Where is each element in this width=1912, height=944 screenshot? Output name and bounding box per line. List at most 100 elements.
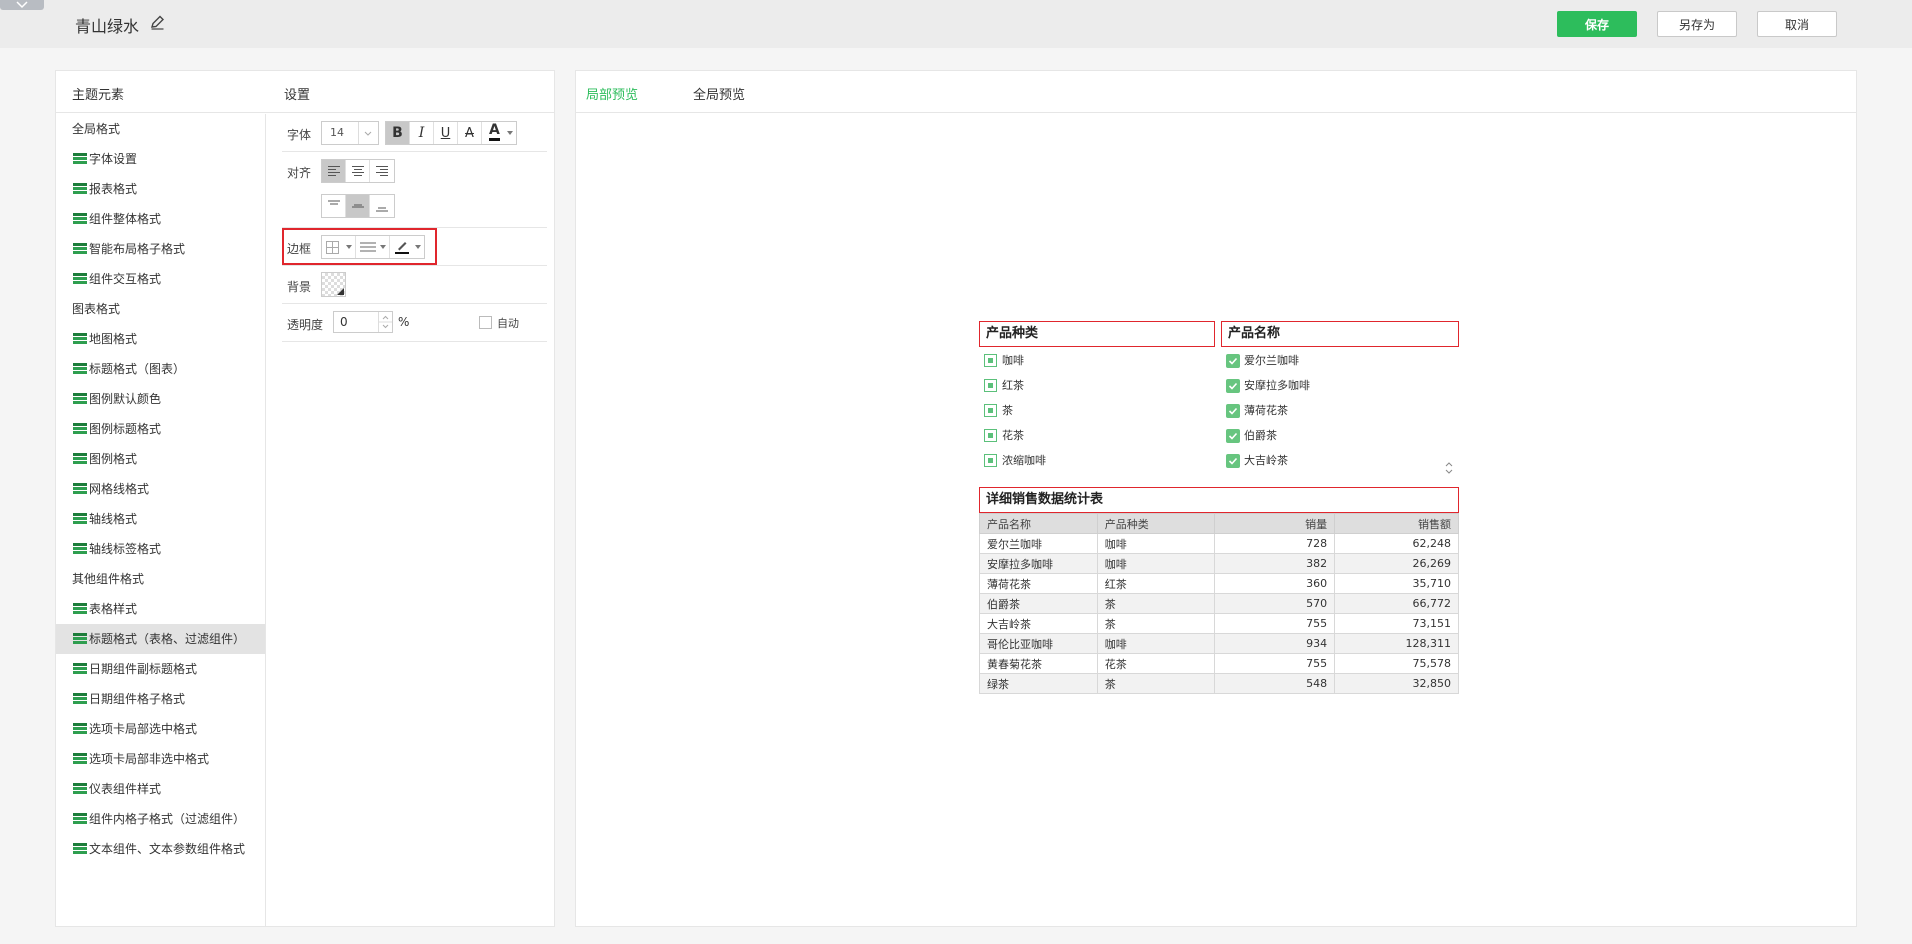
element-label: 图例默认颜色 (89, 392, 162, 406)
strikethrough-button[interactable]: A (458, 122, 482, 144)
cancel-button[interactable]: 取消 (1757, 11, 1837, 37)
opacity-input[interactable]: 0 (333, 311, 393, 333)
align-bottom-button[interactable] (370, 195, 394, 217)
font-color-button[interactable]: A (482, 122, 516, 144)
table-row: 大吉岭茶茶 755 73,151 (979, 613, 1459, 634)
font-size-select[interactable]: 14 (321, 121, 379, 145)
border-line-button[interactable] (356, 236, 390, 258)
element-item[interactable]: 智能布局格子格式 (56, 234, 265, 264)
save-as-button[interactable]: 另存为 (1657, 11, 1737, 37)
element-item[interactable]: 标题格式（表格、过滤组件） (56, 624, 265, 654)
align-bottom-icon (376, 207, 388, 212)
table-format-icon (73, 663, 87, 674)
tab-global-preview[interactable]: 全局预览 (693, 84, 745, 103)
filter-option[interactable]: 薄荷花茶 (1221, 398, 1459, 423)
check-icon (1228, 432, 1238, 440)
filter-option[interactable]: 大吉岭茶 (1221, 448, 1459, 473)
element-item[interactable]: 图例默认颜色 (56, 384, 265, 414)
element-item[interactable]: 标题格式（图表） (56, 354, 265, 384)
border-color-button[interactable] (390, 236, 424, 258)
checked-checkbox[interactable] (1226, 404, 1240, 418)
align-center-button[interactable] (346, 160, 370, 182)
element-item[interactable]: 表格样式 (56, 594, 265, 624)
align-left-button[interactable] (322, 160, 346, 182)
element-item[interactable]: 报表格式 (56, 174, 265, 204)
element-item[interactable]: 组件交互格式 (56, 264, 265, 294)
element-item[interactable]: 仪表组件样式 (56, 774, 265, 804)
check-icon (1228, 407, 1238, 415)
element-item[interactable]: 地图格式 (56, 324, 265, 354)
filter-option[interactable]: 爱尔兰咖啡 (1221, 348, 1459, 373)
element-item[interactable]: 图例标题格式 (56, 414, 265, 444)
element-label: 组件内格子格式（过滤组件） (89, 812, 246, 826)
align-right-button[interactable] (370, 160, 394, 182)
pen-icon (395, 242, 409, 254)
bold-button[interactable]: B (386, 122, 410, 144)
align-center-icon (351, 166, 364, 176)
element-item[interactable]: 轴线标签格式 (56, 534, 265, 564)
caret-down-icon (380, 245, 386, 249)
element-item[interactable]: 文本组件、文本参数组件格式 (56, 834, 265, 864)
auto-checkbox[interactable] (479, 316, 492, 329)
element-item[interactable]: 日期组件格子格式 (56, 684, 265, 714)
element-group: 图表格式 (56, 294, 265, 324)
align-row: 对齐 (282, 152, 547, 190)
save-button[interactable]: 保存 (1557, 11, 1637, 37)
table-cell: 32,850 (1334, 673, 1459, 694)
filter-option[interactable]: 茶 (979, 398, 1215, 423)
table-cell: 934 (1214, 633, 1336, 654)
opacity-stepper[interactable] (378, 312, 392, 332)
underline-button[interactable]: U (434, 122, 458, 144)
element-item[interactable]: 组件整体格式 (56, 204, 265, 234)
partial-checkbox[interactable] (984, 379, 997, 392)
partial-checkbox[interactable] (984, 354, 997, 367)
element-item[interactable]: 选项卡局部选中格式 (56, 714, 265, 744)
scroll-arrows-icon[interactable] (1444, 461, 1454, 475)
partial-checkbox[interactable] (984, 454, 997, 467)
checked-checkbox[interactable] (1226, 354, 1240, 368)
filter-option-label: 安摩拉多咖啡 (1244, 379, 1310, 392)
element-label: 报表格式 (89, 182, 138, 196)
pencil-icon[interactable] (150, 15, 165, 30)
settings-form: 字体 14 B I U A A 对齐 边框 背景 透明度 0 % 自动 (282, 114, 547, 342)
italic-button[interactable]: I (410, 122, 434, 144)
table-cell: 548 (1214, 673, 1336, 694)
checked-checkbox[interactable] (1226, 454, 1240, 468)
table-format-icon (73, 333, 87, 344)
element-label: 标题格式（图表） (89, 362, 186, 376)
partial-checkbox[interactable] (984, 429, 997, 442)
element-item[interactable]: 轴线格式 (56, 504, 265, 534)
table-cell: 26,269 (1334, 553, 1459, 574)
caret-corner-icon (337, 288, 344, 295)
table-cell: 73,151 (1334, 613, 1459, 634)
filter-option[interactable]: 花茶 (979, 423, 1215, 448)
element-item[interactable]: 字体设置 (56, 144, 265, 174)
filter-option[interactable]: 浓缩咖啡 (979, 448, 1215, 473)
element-label: 表格样式 (89, 602, 138, 616)
collapse-toggle[interactable] (0, 0, 44, 10)
table-format-icon (73, 453, 87, 464)
filter-option[interactable]: 红茶 (979, 373, 1215, 398)
filter-option[interactable]: 咖啡 (979, 348, 1215, 373)
checked-checkbox[interactable] (1226, 379, 1240, 393)
checked-checkbox[interactable] (1226, 429, 1240, 443)
element-item[interactable]: 日期组件副标题格式 (56, 654, 265, 684)
background-color-picker[interactable] (321, 272, 346, 297)
partial-checkbox[interactable] (984, 404, 997, 417)
filter-option-label: 红茶 (1002, 379, 1024, 392)
element-item[interactable]: 图例格式 (56, 444, 265, 474)
element-item[interactable]: 组件内格子格式（过滤组件） (56, 804, 265, 834)
category-filter-title: 产品种类 (979, 321, 1215, 347)
font-size-dropdown[interactable] (358, 122, 378, 144)
element-item[interactable]: 选项卡局部非选中格式 (56, 744, 265, 774)
filter-option-label: 茶 (1002, 404, 1013, 417)
filter-option[interactable]: 安摩拉多咖啡 (1221, 373, 1459, 398)
align-middle-button[interactable] (346, 195, 370, 217)
filter-option[interactable]: 伯爵茶 (1221, 423, 1459, 448)
align-top-button[interactable] (322, 195, 346, 217)
table-format-icon (73, 363, 87, 374)
auto-label: 自动 (497, 317, 519, 330)
border-style-button[interactable] (322, 236, 356, 258)
element-item[interactable]: 网格线格式 (56, 474, 265, 504)
tab-local-preview[interactable]: 局部预览 (586, 84, 638, 103)
